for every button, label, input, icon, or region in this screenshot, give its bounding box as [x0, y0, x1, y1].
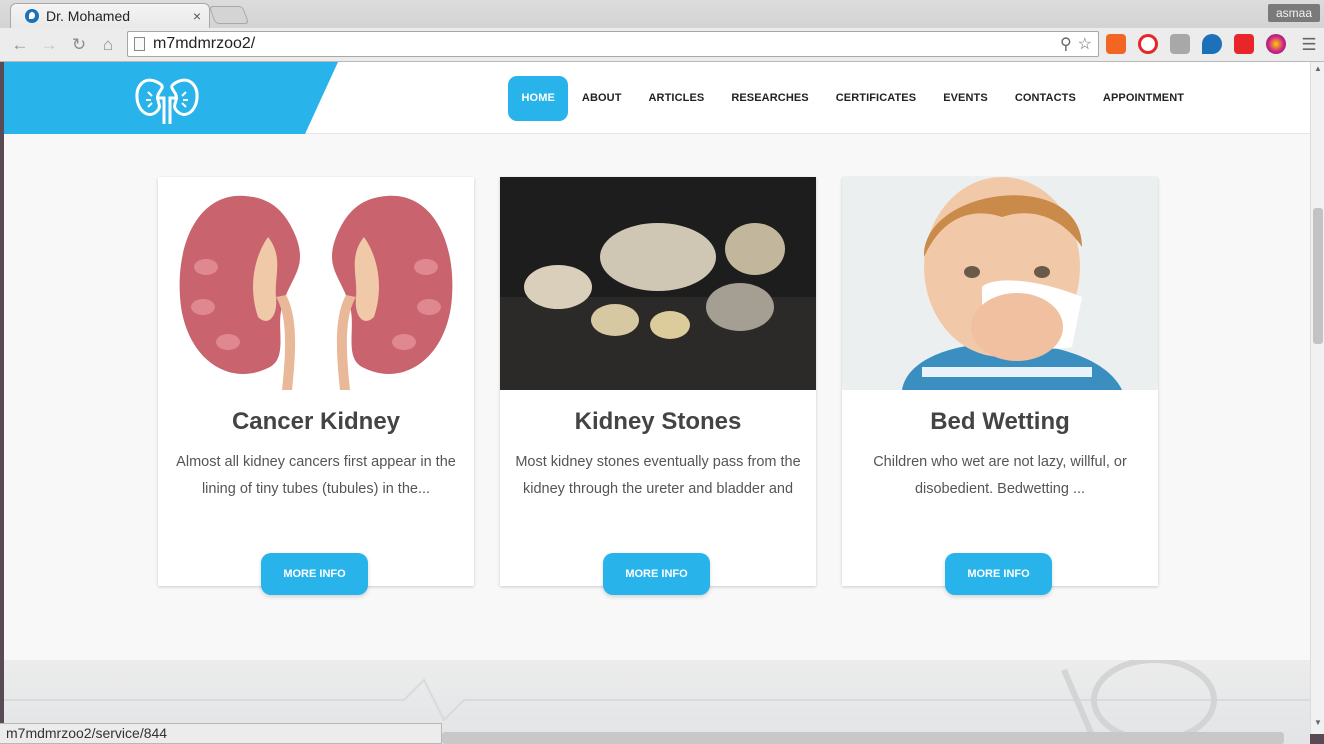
- vertical-scrollbar[interactable]: ▲ ▼: [1310, 62, 1324, 734]
- child-with-tissue-image: [842, 177, 1158, 390]
- profile-badge[interactable]: asmaa: [1267, 4, 1320, 22]
- url-text[interactable]: m7mdmrzoo2/: [153, 35, 1054, 53]
- card-text: Children who wet are not lazy, willful, …: [873, 454, 1127, 497]
- nav-certificates[interactable]: CERTIFICATES: [822, 76, 929, 121]
- puzzle-extension-icon[interactable]: [1170, 34, 1190, 54]
- nav-contacts[interactable]: CONTACTS: [1001, 76, 1089, 121]
- page-icon: [134, 37, 145, 51]
- services-cards: Cancer Kidney Almost all kidney cancers …: [158, 177, 1158, 597]
- card-title: Kidney Stones: [574, 408, 742, 435]
- nav-home[interactable]: HOME: [508, 76, 569, 121]
- zoom-icon[interactable]: ⚲: [1060, 34, 1072, 54]
- aperture-extension-icon[interactable]: [1266, 34, 1286, 54]
- new-tab-button[interactable]: [208, 6, 250, 24]
- tab-title: Dr. Mohamed: [46, 8, 131, 24]
- shield-extension-icon[interactable]: [1234, 34, 1254, 54]
- kidney-logo-icon[interactable]: [134, 74, 200, 126]
- card-text: Most kidney stones eventually pass from …: [515, 454, 801, 497]
- menu-icon[interactable]: ☰: [1298, 34, 1320, 56]
- bookmark-star-icon[interactable]: ☆: [1078, 34, 1092, 54]
- nav-appointment[interactable]: APPOINTMENT: [1089, 76, 1197, 121]
- soundcloud-extension-icon[interactable]: [1106, 34, 1126, 54]
- nav-events[interactable]: EVENTS: [930, 76, 1002, 121]
- tab-strip: Dr. Mohamed × asmaa: [0, 0, 1324, 28]
- browser-tab[interactable]: Dr. Mohamed ×: [10, 3, 210, 28]
- card-text: Almost all kidney cancers first appear i…: [176, 454, 456, 497]
- tab-close-icon[interactable]: ×: [193, 8, 201, 24]
- service-card-kidney-stones: Kidney Stones Most kidney stones eventua…: [500, 177, 816, 595]
- kidney-stones-image: [500, 177, 816, 390]
- browser-chrome: Dr. Mohamed × asmaa ← → ↻ ⌂ m7mdmrzoo2/ …: [0, 0, 1324, 62]
- more-info-button[interactable]: MORE INFO: [603, 553, 710, 595]
- site-header: HOME ABOUT ARTICLES RESEARCHES CERTIFICA…: [4, 62, 1310, 134]
- forward-icon[interactable]: →: [38, 34, 60, 56]
- home-icon[interactable]: ⌂: [97, 34, 119, 56]
- card-title: Cancer Kidney: [231, 408, 401, 435]
- drupal-extension-icon[interactable]: [1202, 34, 1222, 54]
- status-bar: m7mdmrzoo2/service/844: [0, 723, 442, 744]
- more-info-button[interactable]: MORE INFO: [945, 553, 1052, 595]
- kidney-anatomy-image: [158, 177, 474, 390]
- scroll-down-icon[interactable]: ▼: [1314, 718, 1322, 727]
- service-card-bed-wetting: Bed Wetting Children who wet are not laz…: [842, 177, 1158, 595]
- scroll-up-icon[interactable]: ▲: [1314, 64, 1322, 73]
- more-info-button[interactable]: MORE INFO: [261, 553, 368, 595]
- address-bar[interactable]: m7mdmrzoo2/ ⚲ ☆: [127, 31, 1099, 57]
- page-viewport: HOME ABOUT ARTICLES RESEARCHES CERTIFICA…: [4, 62, 1310, 744]
- drupal-favicon-icon: [25, 9, 39, 23]
- nav-articles[interactable]: ARTICLES: [635, 76, 718, 121]
- card-title: Bed Wetting: [930, 408, 1070, 435]
- scroll-thumb[interactable]: [1313, 208, 1323, 344]
- reload-icon[interactable]: ↻: [68, 34, 90, 56]
- main-nav: HOME ABOUT ARTICLES RESEARCHES CERTIFICA…: [508, 76, 1198, 121]
- service-card-cancer-kidney: Cancer Kidney Almost all kidney cancers …: [158, 177, 474, 595]
- browser-toolbar: ← → ↻ ⌂ m7mdmrzoo2/ ⚲ ☆ ☰: [0, 28, 1324, 62]
- opera-extension-icon[interactable]: [1138, 34, 1158, 54]
- nav-researches[interactable]: RESEARCHES: [718, 76, 822, 121]
- nav-about[interactable]: ABOUT: [568, 76, 635, 121]
- back-icon[interactable]: ←: [9, 34, 31, 56]
- horizontal-scrollbar[interactable]: [442, 732, 1284, 744]
